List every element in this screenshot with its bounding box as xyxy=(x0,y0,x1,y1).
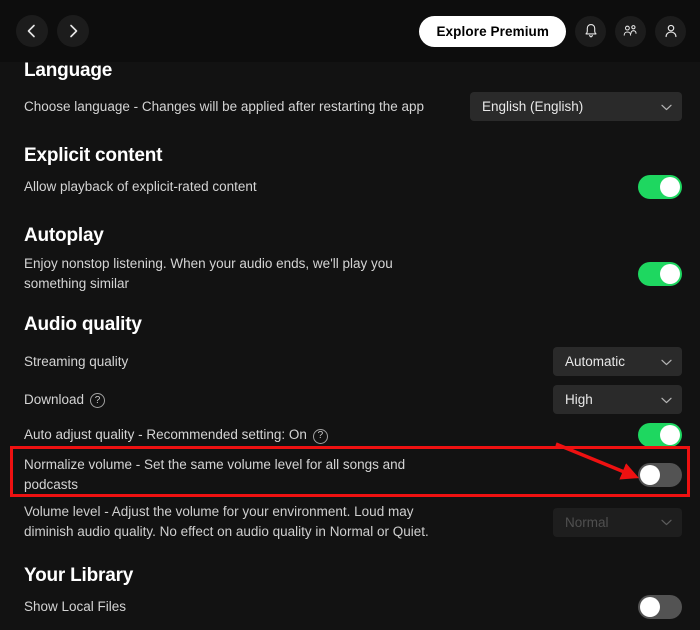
friend-activity-button[interactable] xyxy=(615,15,646,47)
top-bar-actions: Explore Premium xyxy=(419,15,686,47)
show-local-files-toggle[interactable] xyxy=(638,595,682,619)
volume-level-select: Normal xyxy=(553,507,682,537)
toggle-knob xyxy=(660,264,680,284)
language-select-wrapper: English (English) xyxy=(470,92,682,121)
section-title-explicit-content: Explicit content xyxy=(24,145,163,166)
volume-level-select-wrapper: Normal xyxy=(553,507,682,537)
chevron-right-icon xyxy=(65,23,81,39)
download-quality-label-group: Download ? xyxy=(24,390,106,410)
section-title-autoplay: Autoplay xyxy=(24,225,104,246)
row-streaming-quality: Streaming quality Automatic xyxy=(24,347,682,376)
autoplay-label: Enjoy nonstop listening. When your audio… xyxy=(24,256,393,291)
section-title-your-library: Your Library xyxy=(24,565,134,586)
settings-content: Language Choose language - Changes will … xyxy=(0,62,700,630)
row-download-quality: Download ? High xyxy=(24,385,682,414)
language-select[interactable]: English (English) xyxy=(470,92,682,121)
explore-premium-button[interactable]: Explore Premium xyxy=(419,15,566,47)
download-quality-select[interactable]: High xyxy=(553,385,682,414)
notifications-button[interactable] xyxy=(575,15,606,47)
chevron-left-icon xyxy=(24,23,40,39)
auto-adjust-quality-toggle[interactable] xyxy=(638,423,682,447)
row-auto-adjust-quality: Auto adjust quality - Recommended settin… xyxy=(24,423,682,447)
streaming-quality-select[interactable]: Automatic xyxy=(553,347,682,376)
profile-button[interactable] xyxy=(655,15,686,47)
download-quality-select-wrapper: High xyxy=(553,385,682,414)
row-volume-level: Volume level - Adjust the volume for you… xyxy=(24,502,682,542)
user-avatar-icon xyxy=(663,23,679,39)
row-show-local-files: Show Local Files xyxy=(24,595,682,619)
row-explicit-content: Allow playback of explicit-rated content xyxy=(24,175,682,199)
row-choose-language: Choose language - Changes will be applie… xyxy=(24,92,682,121)
section-title-audio-quality: Audio quality xyxy=(24,314,142,335)
bell-icon xyxy=(583,23,599,39)
streaming-quality-label: Streaming quality xyxy=(24,353,129,369)
section-title-language: Language xyxy=(24,62,113,81)
show-local-files-label: Show Local Files xyxy=(24,599,127,614)
explicit-content-toggle[interactable] xyxy=(638,175,682,199)
top-bar: Explore Premium xyxy=(0,0,700,62)
friends-group-icon xyxy=(622,23,639,39)
help-circle-icon[interactable]: ? xyxy=(90,393,106,408)
normalize-volume-toggle[interactable] xyxy=(638,463,682,487)
toggle-knob xyxy=(640,597,660,617)
download-quality-label: Download xyxy=(24,391,85,407)
navigation-buttons xyxy=(16,15,89,47)
volume-level-label: Volume level - Adjust the volume for you… xyxy=(24,504,429,539)
row-autoplay: Enjoy nonstop listening. When your audio… xyxy=(24,254,682,294)
row-normalize-volume: Normalize volume - Set the same volume l… xyxy=(24,455,682,495)
explicit-content-label: Allow playback of explicit-rated content xyxy=(24,179,257,194)
streaming-quality-select-wrapper: Automatic xyxy=(553,347,682,376)
help-circle-icon[interactable]: ? xyxy=(312,428,328,444)
auto-adjust-label-group: Auto adjust quality - Recommended settin… xyxy=(24,425,328,445)
toggle-knob xyxy=(640,465,660,485)
back-button[interactable] xyxy=(16,15,48,47)
auto-adjust-quality-label: Auto adjust quality - Recommended settin… xyxy=(24,427,307,442)
toggle-knob xyxy=(660,177,680,197)
normalize-volume-label: Normalize volume - Set the same volume l… xyxy=(24,457,406,492)
toggle-knob xyxy=(660,425,680,445)
choose-language-label: Choose language - Changes will be applie… xyxy=(24,98,425,114)
forward-button[interactable] xyxy=(57,15,89,47)
autoplay-toggle[interactable] xyxy=(638,262,682,286)
